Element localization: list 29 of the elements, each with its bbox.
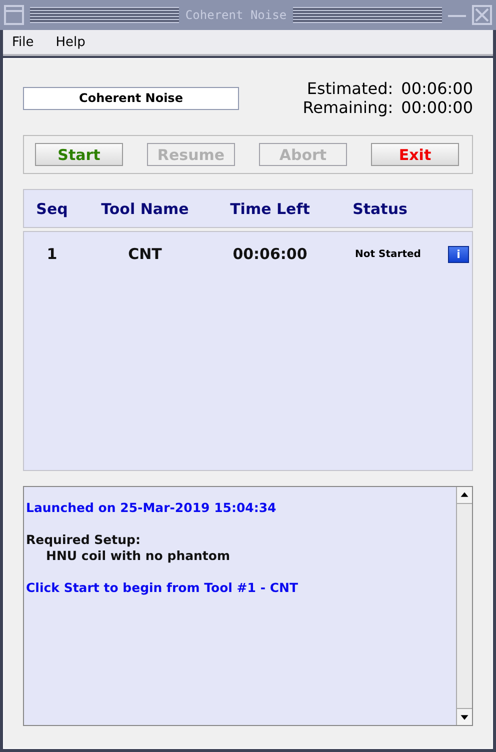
close-icon[interactable] bbox=[472, 5, 492, 25]
log-line: HNU coil with no phantom bbox=[45, 548, 232, 564]
table-cell-text: 00:06:00 bbox=[232, 245, 308, 263]
action-button[interactable]: Start bbox=[35, 143, 123, 166]
column-header: Time Left bbox=[229, 200, 311, 218]
log-line: Required Setup: bbox=[26, 532, 142, 548]
scroll-down-icon[interactable] bbox=[457, 708, 472, 725]
menu-item[interactable]: Help bbox=[56, 34, 86, 50]
status-text: Not Started bbox=[354, 248, 422, 260]
action-button[interactable]: Exit bbox=[371, 143, 459, 166]
table-cell-text: 1 bbox=[46, 245, 58, 263]
column-header: Tool Name bbox=[100, 200, 190, 218]
window-title: Coherent Noise bbox=[185, 8, 287, 22]
time-label: Remaining: bbox=[302, 98, 394, 117]
column-header: Status bbox=[352, 200, 408, 218]
log-line: Launched on 25-Mar-2019 15:04:34 bbox=[26, 500, 278, 516]
column-header: Seq bbox=[35, 200, 69, 218]
log-line: Click Start to begin from Tool #1 - CNT bbox=[26, 580, 300, 596]
info-button[interactable]: i bbox=[448, 246, 469, 262]
time-value: 00:00:00 bbox=[401, 98, 473, 117]
window-menu-icon[interactable] bbox=[4, 5, 24, 25]
table-cell-text: CNT bbox=[127, 245, 163, 263]
minimize-icon[interactable] bbox=[448, 12, 466, 18]
scroll-up-icon[interactable] bbox=[457, 487, 472, 504]
protocol-name-field: Coherent Noise bbox=[23, 86, 239, 110]
scroll-bar[interactable] bbox=[456, 487, 472, 725]
menu-item[interactable]: File bbox=[12, 34, 34, 50]
time-value: 00:06:00 bbox=[401, 79, 473, 98]
time-label: Estimated: bbox=[306, 79, 394, 98]
